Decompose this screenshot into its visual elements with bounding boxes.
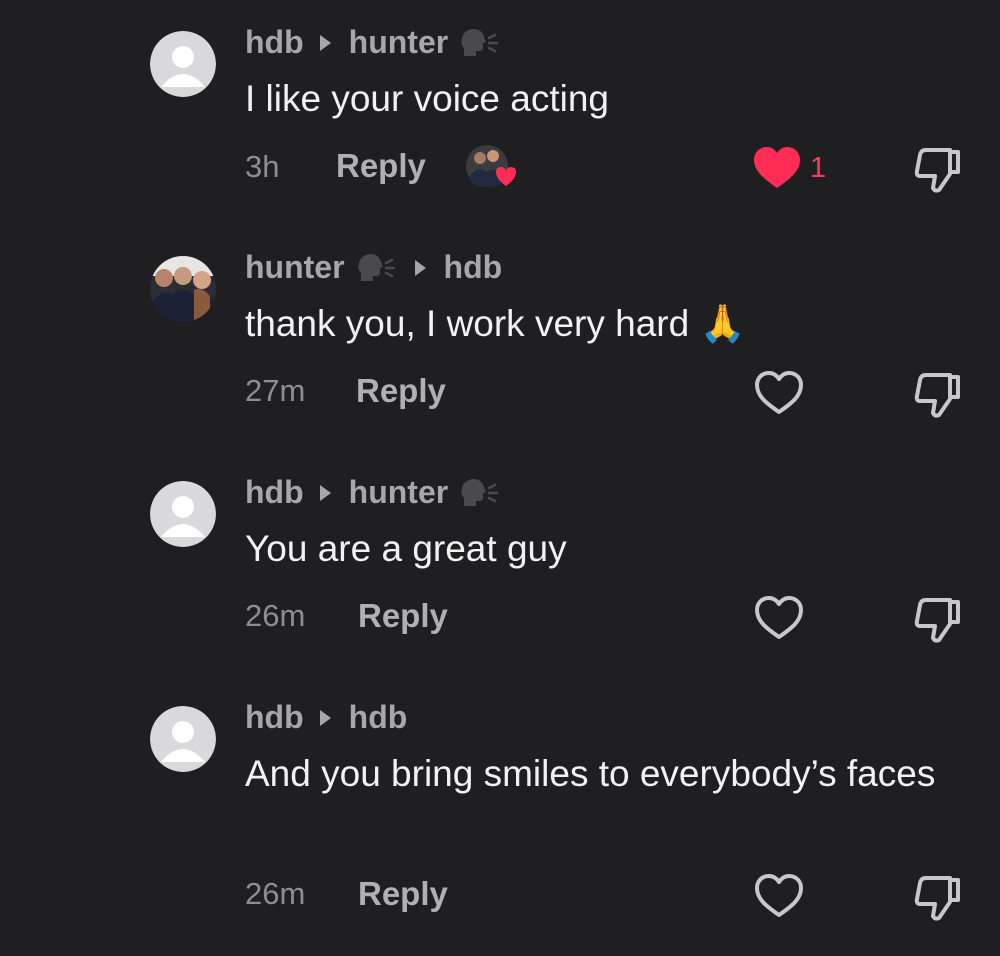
reply-button[interactable]: Reply: [356, 372, 446, 410]
like-button[interactable]: [754, 874, 804, 918]
reply-to-name[interactable]: hdb: [444, 249, 503, 286]
photo-avatar[interactable]: [150, 256, 216, 322]
speaking-head-icon: [461, 28, 499, 56]
dislike-button[interactable]: [912, 596, 964, 649]
dislike-button[interactable]: [912, 371, 964, 424]
reply-to-name[interactable]: hunter: [349, 24, 449, 61]
default-avatar-icon[interactable]: [150, 706, 216, 772]
heart-outline-icon: [755, 596, 803, 639]
comment-timestamp: 27m: [245, 373, 306, 408]
comment-header: hdb hunter: [245, 474, 502, 511]
dislike-button[interactable]: [912, 146, 964, 199]
creator-liked-badge: [463, 142, 519, 192]
like-count: 1: [810, 151, 827, 184]
thumbs-down-icon: [914, 598, 960, 643]
comment-text: You are a great guy: [245, 528, 567, 569]
comment-timestamp: 3h: [245, 149, 280, 184]
reply-arrow-icon: [319, 709, 331, 726]
reply-to-name[interactable]: hunter: [349, 474, 449, 511]
default-avatar-icon[interactable]: [150, 31, 216, 97]
default-avatar-icon[interactable]: [150, 481, 216, 547]
speaking-head-icon: [357, 253, 395, 281]
comment-header: hunter hdb: [245, 249, 502, 286]
like-button[interactable]: [754, 371, 804, 415]
reply-to-name[interactable]: hdb: [349, 699, 408, 736]
dislike-button[interactable]: [912, 874, 964, 927]
reply-button[interactable]: Reply: [358, 875, 448, 913]
thumbs-down-icon: [914, 373, 960, 418]
speaking-head-icon: [461, 478, 499, 506]
thumbs-down-icon: [914, 148, 960, 193]
like-button[interactable]: [754, 596, 804, 640]
comment-timestamp: 26m: [245, 598, 306, 633]
author-name[interactable]: hdb: [245, 24, 304, 61]
reply-button[interactable]: Reply: [358, 597, 448, 635]
reply-arrow-icon: [319, 484, 331, 501]
comment-text: And you bring smiles to everybody’s face…: [245, 753, 936, 794]
author-name[interactable]: hdb: [245, 699, 304, 736]
reply-arrow-icon: [414, 259, 426, 276]
author-name[interactable]: hunter: [245, 249, 345, 286]
comment-timestamp: 26m: [245, 876, 306, 911]
like-button[interactable]: 1: [752, 146, 826, 190]
heart-outline-icon: [755, 371, 803, 414]
heart-filled-icon: [754, 147, 800, 188]
author-name[interactable]: hdb: [245, 474, 304, 511]
reply-arrow-icon: [319, 34, 331, 51]
comment-text: thank you, I work very hard 🙏: [245, 303, 746, 344]
heart-outline-icon: [755, 874, 803, 917]
comment-header: hdb hunter: [245, 24, 502, 61]
reply-button[interactable]: Reply: [336, 147, 426, 185]
comment-header: hdb hdb: [245, 699, 407, 736]
comment-text: I like your voice acting: [245, 78, 610, 119]
thumbs-down-icon: [914, 876, 960, 921]
